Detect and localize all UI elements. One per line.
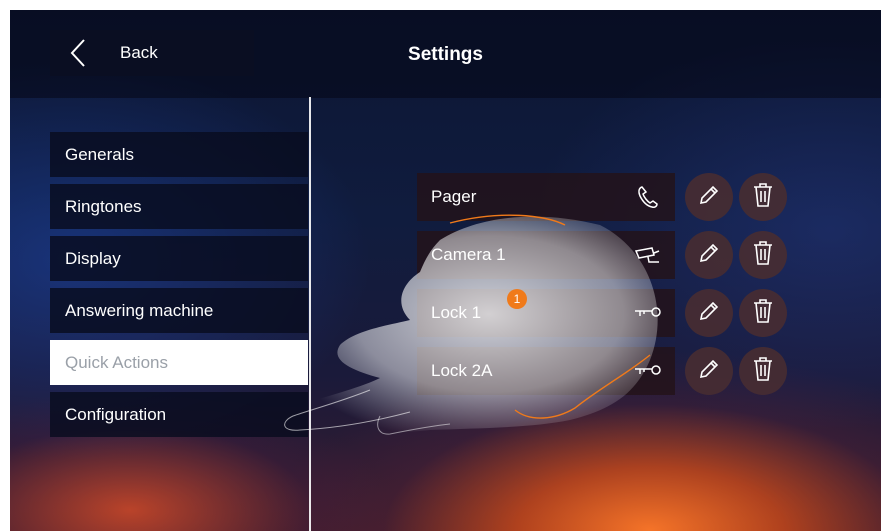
- list-item: Lock 2A: [417, 347, 789, 395]
- list-item: Lock 1: [417, 289, 789, 337]
- pencil-icon: [697, 183, 721, 212]
- delete-button[interactable]: [739, 231, 787, 279]
- quick-action-lock-2a[interactable]: Lock 2A: [417, 347, 675, 395]
- delete-button[interactable]: [739, 289, 787, 337]
- menu-item-label: Answering machine: [65, 300, 214, 320]
- key-icon: [633, 357, 663, 385]
- trash-icon: [751, 240, 775, 271]
- pencil-icon: [697, 241, 721, 270]
- edit-button[interactable]: [685, 231, 733, 279]
- list-item: Camera 1: [417, 231, 789, 279]
- trash-icon: [751, 356, 775, 387]
- edit-button[interactable]: [685, 173, 733, 221]
- page-title: Settings: [408, 44, 483, 65]
- menu-item-label: Generals: [65, 144, 134, 164]
- settings-menu: Generals Ringtones Display Answering mac…: [50, 132, 308, 444]
- menu-item-ringtones[interactable]: Ringtones: [50, 184, 308, 229]
- menu-item-generals[interactable]: Generals: [50, 132, 308, 177]
- menu-item-quick-actions[interactable]: Quick Actions: [50, 340, 308, 385]
- edit-button[interactable]: [685, 347, 733, 395]
- quick-action-label: Pager: [431, 187, 477, 206]
- trash-icon: [751, 182, 775, 213]
- key-icon: [633, 299, 663, 327]
- quick-action-label: Camera 1: [431, 245, 506, 264]
- divider: [309, 97, 311, 531]
- pencil-icon: [697, 357, 721, 386]
- phone-handset-icon: [633, 183, 663, 211]
- quick-action-label: Lock 1: [431, 303, 482, 322]
- step-callout-badge: 1: [507, 289, 527, 309]
- menu-item-label: Display: [65, 248, 121, 268]
- quick-action-camera-1[interactable]: Camera 1: [417, 231, 675, 279]
- camera-icon: [633, 241, 663, 269]
- quick-action-lock-1[interactable]: Lock 1: [417, 289, 675, 337]
- menu-item-label: Quick Actions: [65, 352, 168, 372]
- menu-item-answering-machine[interactable]: Answering machine: [50, 288, 308, 333]
- menu-item-label: Ringtones: [65, 196, 142, 216]
- quick-action-pager[interactable]: Pager: [417, 173, 675, 221]
- screen: Back Settings Generals Ringtones Display…: [10, 10, 881, 531]
- menu-item-configuration[interactable]: Configuration: [50, 392, 308, 437]
- delete-button[interactable]: [739, 347, 787, 395]
- menu-item-display[interactable]: Display: [50, 236, 308, 281]
- edit-button[interactable]: [685, 289, 733, 337]
- list-item: Pager: [417, 173, 789, 221]
- menu-item-label: Configuration: [65, 404, 167, 424]
- trash-icon: [751, 298, 775, 329]
- pencil-icon: [697, 299, 721, 328]
- quick-actions-list: Pager Camera 1 Lock 1 Lock 2A: [417, 173, 789, 405]
- header-bar: Back Settings: [10, 10, 881, 98]
- quick-action-label: Lock 2A: [431, 361, 493, 380]
- delete-button[interactable]: [739, 173, 787, 221]
